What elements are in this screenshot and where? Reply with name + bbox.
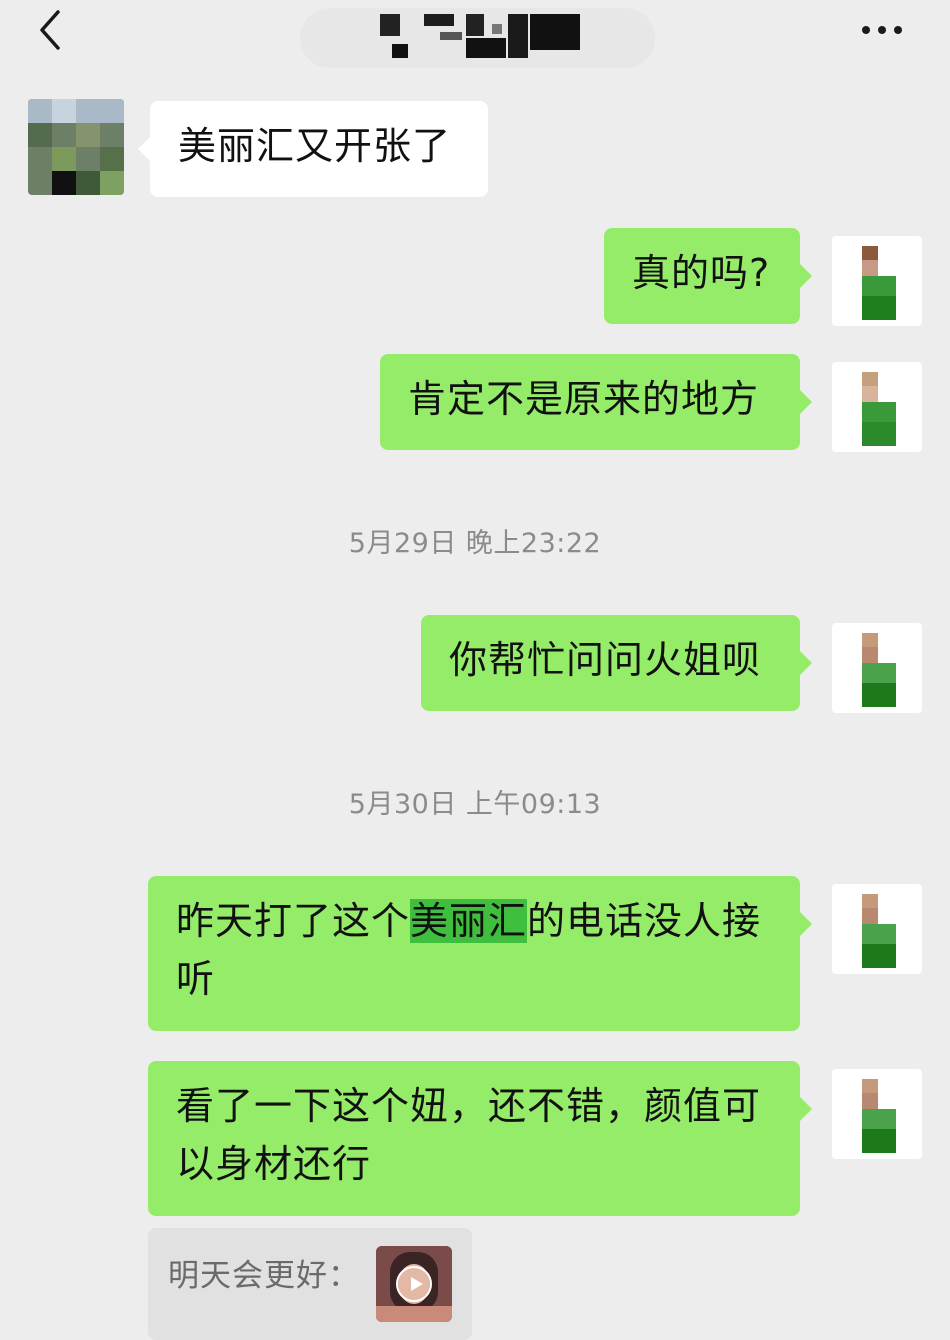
message-text: 肯定不是原来的地方 — [408, 377, 760, 421]
sent-message[interactable]: 你帮忙问问火姐呗 — [421, 615, 812, 711]
play-icon — [396, 1266, 432, 1302]
received-message[interactable]: 美丽汇又开张了 — [138, 101, 488, 197]
quoted-message[interactable]: 明天会更好： — [148, 1228, 472, 1340]
pixelated-title — [380, 14, 580, 58]
sent-message[interactable]: 看了一下这个妞，还不错，颜值可以身材还行 — [148, 1061, 812, 1216]
my-avatar[interactable] — [832, 236, 922, 326]
more-dots-icon[interactable] — [852, 18, 912, 42]
my-avatar[interactable] — [832, 1069, 922, 1159]
video-thumbnail[interactable] — [376, 1246, 452, 1322]
my-avatar[interactable] — [832, 362, 922, 452]
timestamp: 5月30日 上午09:13 — [348, 789, 602, 820]
message-text: 美丽汇又开张了 — [178, 124, 452, 168]
highlighted-text: 美丽汇 — [410, 899, 528, 943]
contact-avatar[interactable] — [28, 99, 124, 195]
sent-message[interactable]: 昨天打了这个美丽汇的电话没人接听 — [148, 876, 812, 1031]
message-text: 真的吗? — [632, 251, 771, 295]
message-text: 看了一下这个妞，还不错，颜值可以身材还行 — [176, 1084, 762, 1186]
sent-message[interactable]: 真的吗? — [604, 228, 812, 324]
sent-message[interactable]: 肯定不是原来的地方 — [380, 354, 812, 450]
quote-label: 明天会更好： — [168, 1258, 360, 1294]
my-avatar[interactable] — [832, 623, 922, 713]
my-avatar[interactable] — [832, 884, 922, 974]
message-text: 你帮忙问问火姐呗 — [449, 638, 762, 682]
message-text: 昨天打了这个 — [176, 899, 411, 943]
chevron-left-icon[interactable] — [30, 8, 74, 52]
timestamp: 5月29日 晚上23:22 — [348, 528, 602, 559]
